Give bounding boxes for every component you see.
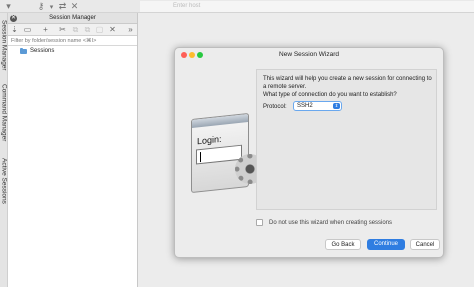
add-session-icon[interactable]: + xyxy=(41,25,50,35)
list-item[interactable]: Sessions xyxy=(8,46,137,56)
vertical-tab-bar: Session Manager Command Manager Active S… xyxy=(0,13,8,287)
list-item-label: Sessions xyxy=(30,48,55,54)
session-manager-header: ✕ Session Manager xyxy=(8,13,137,24)
continue-button[interactable]: Continue xyxy=(367,239,405,250)
skip-wizard-label: Do not use this wizard when creating ses… xyxy=(269,219,393,226)
login-window-titlebar xyxy=(192,114,248,128)
minimize-window-button[interactable] xyxy=(189,52,195,58)
dropdown-arrow-icon[interactable]: ▾ xyxy=(4,1,13,12)
more-icon[interactable]: » xyxy=(126,25,135,35)
wizard-question: What type of connection do you want to e… xyxy=(263,92,397,98)
zoom-window-button[interactable] xyxy=(197,52,203,58)
close-icon[interactable]: ✕ xyxy=(10,15,17,22)
key-icon[interactable]: ⚷ xyxy=(36,1,46,12)
new-session-wizard-dialog: New Session Wizard Login: This wizard wi… xyxy=(174,47,444,258)
wizard-panel: This wizard will help you create a new s… xyxy=(256,69,437,210)
top-toolbar: ▾ ⚷ ▾ ⇄ ✕ Enter host xyxy=(0,0,474,13)
text-caret xyxy=(200,151,201,163)
skip-wizard-checkbox[interactable] xyxy=(256,219,263,226)
paste-icon[interactable]: ⧉ xyxy=(83,25,92,35)
import-icon[interactable]: ⇣ xyxy=(10,25,19,35)
session-manager-title: Session Manager xyxy=(49,15,96,21)
chevron-down-icon[interactable]: ▾ xyxy=(48,1,55,12)
login-field-graphic xyxy=(196,144,242,165)
session-filter-input[interactable]: Filter by folder/session name <⌘I> xyxy=(8,36,137,46)
cut-icon[interactable]: ✂ xyxy=(58,25,67,35)
protocol-select[interactable]: SSH2 ⇕ xyxy=(293,101,342,111)
tab-session-manager[interactable]: Session Manager xyxy=(0,15,8,75)
skip-wizard-row: Do not use this wizard when creating ses… xyxy=(256,219,392,226)
new-folder-icon[interactable]: ▭ xyxy=(23,25,32,35)
disconnect-icon[interactable]: ✕ xyxy=(70,1,79,12)
tab-command-manager[interactable]: Command Manager xyxy=(0,79,8,147)
dialog-titlebar: New Session Wizard xyxy=(175,48,443,62)
close-window-button[interactable] xyxy=(181,52,187,58)
chevron-updown-icon: ⇕ xyxy=(333,103,340,109)
folder-icon xyxy=(20,47,27,54)
wizard-description: This wizard will help you create a new s… xyxy=(263,76,432,90)
go-back-button[interactable]: Go Back xyxy=(325,239,361,250)
delete-icon[interactable]: ✕ xyxy=(108,25,117,35)
dialog-title: New Session Wizard xyxy=(279,51,339,58)
session-toolbar: ⇣ ▭ + ✂ ⧉ ⧉ ▢ ✕ » xyxy=(8,24,137,36)
transfer-icon[interactable]: ⇄ xyxy=(58,1,67,12)
cancel-button[interactable]: Cancel xyxy=(410,239,440,250)
host-input[interactable]: Enter host xyxy=(140,1,474,12)
login-text: Login: xyxy=(197,133,222,147)
session-manager-pane: ✕ Session Manager ⇣ ▭ + ✂ ⧉ ⧉ ▢ ✕ » Filt… xyxy=(8,13,138,287)
protocol-value: SSH2 xyxy=(297,103,313,109)
properties-icon[interactable]: ▢ xyxy=(95,25,104,35)
tab-active-sessions[interactable]: Active Sessions xyxy=(0,153,8,209)
protocol-label: Protocol: xyxy=(263,104,287,110)
copy-icon[interactable]: ⧉ xyxy=(71,25,80,35)
